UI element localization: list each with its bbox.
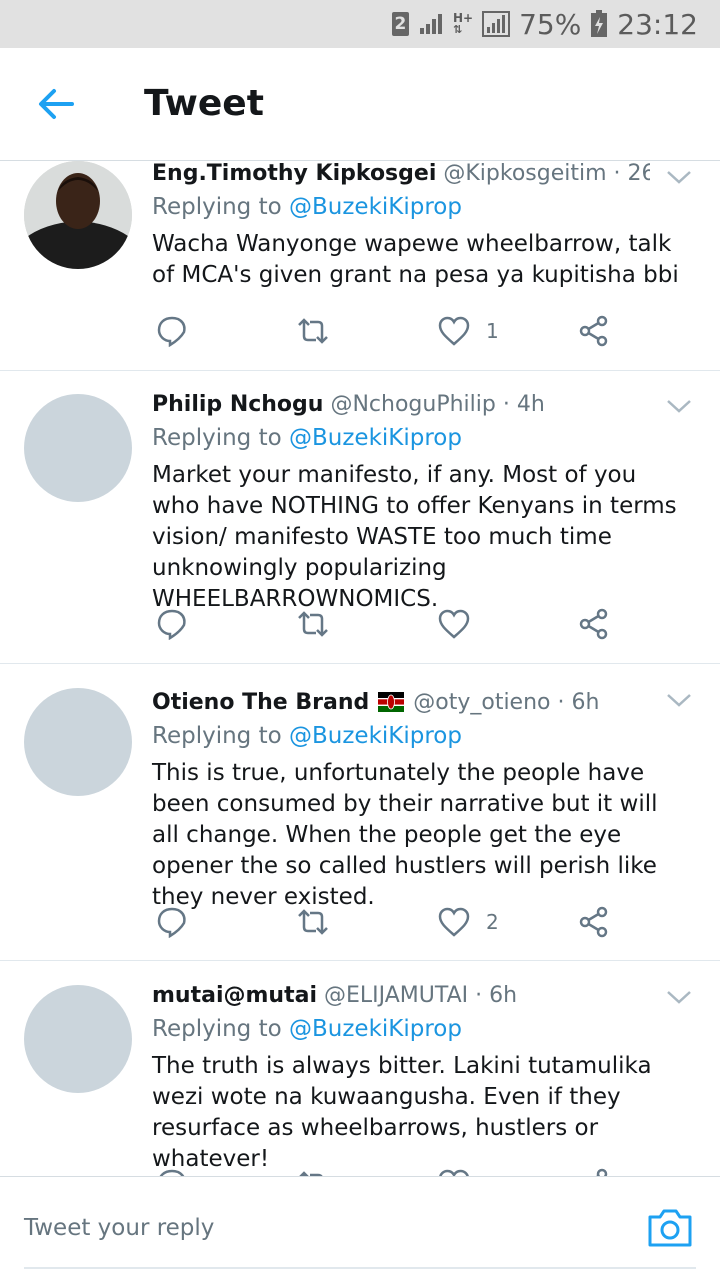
avatar[interactable] [24, 161, 132, 269]
tweet-text: This is true, unfortunately the people h… [152, 760, 658, 910]
share-icon [579, 608, 608, 640]
retweet-button[interactable] [296, 904, 330, 940]
signal-icon [419, 14, 442, 34]
tweet-item[interactable]: mutai@mutai @ELIJAMUTAI · 6h Replying to… [0, 961, 720, 1176]
replying-to: Replying to @BuzekiKiprop [152, 722, 462, 750]
tweet-item[interactable]: Eng.Timothy Kipkosgei @Kipkosgeitim · 26… [0, 161, 720, 371]
tweet-time: · 6h [475, 983, 518, 1008]
chevron-down-icon[interactable] [666, 398, 692, 414]
avatar[interactable] [24, 688, 132, 796]
tweet-time: · 6h [557, 690, 600, 715]
share-icon [579, 906, 608, 938]
author-handle[interactable]: @ELIJAMUTAI [324, 983, 468, 1008]
camera-icon[interactable] [646, 1207, 694, 1249]
tweet-header: Philip Nchogu @NchoguPhilip · 4h [152, 392, 650, 418]
reply-icon [157, 316, 186, 347]
reply-input[interactable]: Tweet your reply [24, 1215, 214, 1241]
retweet-icon [298, 909, 328, 935]
like-button[interactable]: 2 [438, 904, 499, 940]
tweet-text: Wacha Wanyonge wapewe wheelbarrow, talk … [152, 231, 679, 288]
share-button[interactable] [578, 904, 610, 940]
replying-to: Replying to @BuzekiKiprop [152, 193, 462, 221]
replying-prefix: Replying to [152, 425, 289, 451]
retweet-icon [298, 318, 328, 344]
author-name[interactable]: Eng.Timothy Kipkosgei [152, 161, 436, 186]
reply-button[interactable] [156, 904, 188, 940]
author-handle[interactable]: @NchoguPhilip [330, 392, 495, 417]
reply-icon [159, 1169, 185, 1176]
tweet-item[interactable]: Philip Nchogu @NchoguPhilip · 4h Replyin… [0, 370, 720, 664]
share-button[interactable] [578, 606, 610, 642]
clock: 23:12 [617, 7, 698, 41]
retweet-button[interactable] [296, 606, 330, 642]
replying-prefix: Replying to [152, 194, 289, 220]
retweet-icon [298, 611, 328, 637]
replying-prefix: Replying to [152, 723, 289, 749]
signal-icon-2 [482, 11, 511, 37]
tweet-time: · 4h [502, 392, 545, 417]
tweet-item[interactable]: Otieno The Brand @oty_otieno · 6h Replyi… [0, 664, 720, 961]
avatar[interactable] [24, 985, 132, 1093]
reply-feed[interactable]: Eng.Timothy Kipkosgei @Kipkosgeitim · 26… [0, 161, 720, 1176]
battery-percent: 75% [519, 7, 582, 41]
mention-link[interactable]: @BuzekiKiprop [289, 194, 462, 220]
retweet-button[interactable] [296, 313, 330, 349]
share-button[interactable] [578, 313, 610, 349]
author-name[interactable]: mutai@mutai [152, 983, 317, 1008]
share-icon [579, 315, 608, 347]
page-title: Tweet [144, 83, 264, 124]
mention-link[interactable]: @BuzekiKiprop [289, 425, 462, 451]
battery-icon [591, 10, 608, 37]
tweet-time: · 26m [613, 161, 650, 186]
like-count: 1 [486, 319, 499, 343]
author-name[interactable]: Otieno The Brand [152, 690, 369, 715]
like-button[interactable] [438, 606, 486, 642]
reply-icon [157, 907, 186, 938]
heart-icon [438, 609, 470, 639]
replying-to: Replying to @BuzekiKiprop [152, 424, 462, 452]
app-bar: Tweet [0, 48, 720, 161]
like-button[interactable]: 1 [438, 313, 499, 349]
author-handle[interactable]: @oty_otieno [413, 690, 550, 715]
back-arrow-icon[interactable] [34, 82, 78, 126]
heart-icon [438, 316, 470, 346]
reply-composer: Tweet your reply [0, 1176, 720, 1281]
reply-button[interactable] [156, 313, 188, 349]
tweet-text: Market your manifesto, if any. Most of y… [152, 462, 677, 612]
tweet-actions [152, 606, 632, 642]
chevron-down-icon[interactable] [666, 169, 692, 185]
status-bar: 2 H+ ⇅ 75% 23:12 [0, 0, 720, 48]
chevron-down-icon[interactable] [666, 989, 692, 1005]
tweet-header: Eng.Timothy Kipkosgei @Kipkosgeitim · 26… [152, 161, 650, 187]
mention-link[interactable]: @BuzekiKiprop [289, 723, 462, 749]
like-count: 2 [486, 910, 499, 934]
reply-button[interactable] [156, 1166, 188, 1176]
replying-prefix: Replying to [152, 1016, 289, 1042]
author-handle[interactable]: @Kipkosgeitim [443, 161, 606, 186]
like-button[interactable] [438, 1166, 486, 1176]
chevron-down-icon[interactable] [666, 692, 692, 708]
sim-icon: 2 [391, 12, 409, 36]
avatar[interactable] [24, 394, 132, 502]
network-type-icon: H+ ⇅ [452, 11, 474, 36]
tweet-header: Otieno The Brand @oty_otieno · 6h [152, 690, 650, 716]
share-button[interactable] [578, 1166, 610, 1176]
tweet-text: The truth is always bitter. Lakini tutam… [152, 1053, 652, 1172]
heart-icon [439, 1169, 469, 1176]
retweet-button[interactable] [296, 1166, 330, 1176]
reply-button[interactable] [156, 606, 188, 642]
tweet-actions [152, 1166, 632, 1176]
retweet-icon [299, 1171, 323, 1176]
input-underline [24, 1267, 696, 1269]
reply-icon [157, 609, 186, 640]
tweet-actions: 1 [152, 313, 632, 349]
heart-icon [438, 907, 470, 937]
tweet-header: mutai@mutai @ELIJAMUTAI · 6h [152, 983, 650, 1009]
kenya-flag-icon [378, 692, 405, 712]
tweet-actions: 2 [152, 904, 632, 940]
replying-to: Replying to @BuzekiKiprop [152, 1015, 462, 1043]
mention-link[interactable]: @BuzekiKiprop [289, 1016, 462, 1042]
author-name[interactable]: Philip Nchogu [152, 392, 323, 417]
share-icon [596, 1168, 608, 1176]
